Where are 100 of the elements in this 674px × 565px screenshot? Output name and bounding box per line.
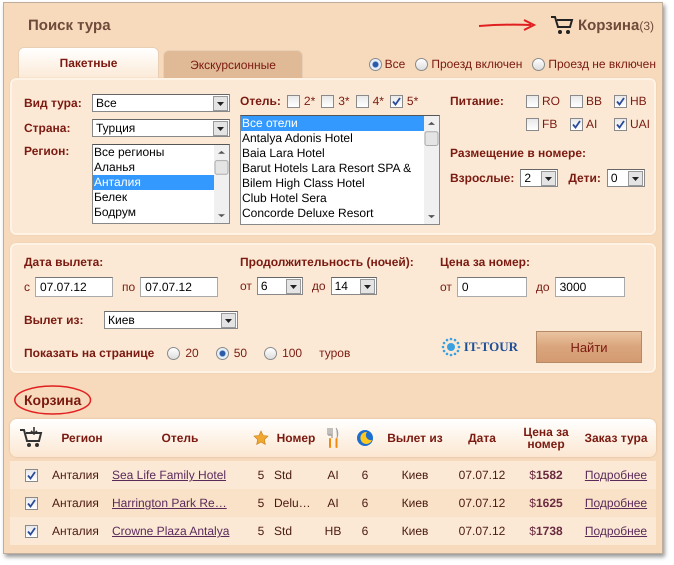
checkbox-label: HB: [630, 94, 647, 108]
radio-button[interactable]: [167, 346, 180, 360]
list-item[interactable]: Все регионы: [93, 145, 214, 160]
table-cell: Анталия: [52, 524, 99, 538]
fork-knife-icon: [326, 427, 340, 449]
select-field[interactable]: Киев: [104, 311, 238, 329]
checkbox[interactable]: [286, 94, 300, 108]
table-cell: Delu…: [274, 496, 311, 510]
list-item[interactable]: Concorde Deluxe Resort: [241, 206, 424, 221]
region-list[interactable]: Все регионы Аланья Анталия Белек Бодрум: [92, 144, 230, 224]
list-item[interactable]: Barut Hotels Lara Resort SPA &: [241, 161, 424, 176]
table-cell: Анталия: [52, 496, 99, 510]
details-link[interactable]: Подробнее: [584, 496, 648, 510]
list-item[interactable]: Baia Lara Hotel: [241, 146, 424, 161]
checkbox-label: FB: [542, 117, 558, 131]
star-icon: [253, 430, 269, 446]
checkbox[interactable]: [526, 118, 539, 130]
input-field[interactable]: 0: [456, 277, 527, 297]
checkbox[interactable]: [526, 94, 539, 108]
hotel-link[interactable]: Crowne Plaza Antalya: [112, 524, 230, 538]
checkbox[interactable]: [321, 94, 334, 108]
table-cell: AI: [327, 468, 339, 482]
list-item[interactable]: Аланья: [93, 160, 214, 175]
search-button[interactable]: Найти: [536, 331, 642, 363]
moon-icon: [356, 429, 374, 447]
checkbox-label: BB: [586, 94, 602, 108]
checkbox[interactable]: [614, 94, 627, 108]
table-cell: Std: [274, 524, 292, 538]
tab[interactable]: Пакетные: [18, 47, 159, 78]
input-field[interactable]: 3000: [554, 277, 625, 297]
field-label: Отель:: [240, 94, 281, 108]
hotel-list[interactable]: Все отели Antalya Adonis Hotel Baia Lara Hotel Barut Hotels Lara Resort SPA & Bilem High Class Hotel Club Hotel Sera Concorde Deluxe Resort: [240, 115, 440, 225]
table-cell: HB: [324, 524, 342, 538]
field-label: Вид тура:: [24, 96, 83, 110]
details-link[interactable]: Подробнее: [584, 524, 648, 538]
input-field[interactable]: 07.07.12: [140, 277, 218, 297]
select-field[interactable]: 14: [330, 277, 377, 295]
list-item[interactable]: Antalya Adonis Hotel: [241, 131, 424, 146]
checkbox[interactable]: [356, 94, 369, 108]
select-field[interactable]: Все: [92, 94, 230, 112]
hotel-link[interactable]: Sea Life Family Hotel: [112, 468, 226, 482]
checkbox[interactable]: [24, 496, 38, 510]
list-item[interactable]: Белек: [93, 190, 214, 205]
list-item[interactable]: Club Hotel Sera: [241, 191, 424, 206]
input-field[interactable]: 07.07.12: [35, 277, 113, 297]
table-cell: 5: [258, 468, 264, 482]
range-label: от: [240, 279, 252, 293]
select-field[interactable]: 2: [520, 169, 558, 187]
table-cell: 07.07.12: [458, 496, 506, 510]
field-label: Вылет из:: [24, 313, 84, 327]
price-cell: $1625: [529, 496, 563, 510]
annotation-arrow: [478, 18, 538, 32]
checkbox[interactable]: [24, 468, 38, 482]
field-label: Цена за номер:: [440, 255, 531, 269]
checkbox-label: AI: [586, 117, 598, 131]
list-item[interactable]: Bilem High Class Hotel: [241, 176, 424, 191]
tab[interactable]: Экскурсионные: [163, 50, 303, 78]
select-field[interactable]: 0: [606, 169, 645, 187]
cart-icon: [19, 427, 43, 449]
cart-link[interactable]: Корзина(3): [578, 16, 654, 34]
field-label: Показать на странице: [24, 346, 154, 360]
select-field[interactable]: 6: [256, 277, 303, 295]
details-link[interactable]: Подробнее: [584, 468, 648, 482]
table-cell: 07.07.12: [458, 524, 506, 538]
table-cell: Киев: [402, 496, 428, 510]
cart-icon: [550, 15, 574, 35]
range-label: с: [24, 280, 30, 294]
checkbox[interactable]: [24, 524, 38, 538]
field-label: Размещение в номере:: [450, 146, 587, 160]
radio-label: Проезд не включен: [548, 57, 656, 71]
radio-label: 50: [234, 346, 248, 360]
field-label: Взрослые:: [450, 171, 514, 185]
radio-button[interactable]: [368, 58, 382, 70]
table-cell: 6: [362, 496, 368, 510]
hotel-link[interactable]: Harrington Park Re…: [112, 496, 227, 510]
checkbox[interactable]: [390, 94, 403, 108]
field-label: Дата вылета:: [24, 255, 104, 269]
checkbox[interactable]: [570, 118, 583, 130]
radio-button[interactable]: [415, 58, 428, 70]
column-header: Регион: [61, 432, 103, 444]
radio-suffix: туров: [319, 346, 350, 360]
column-header: Дата: [468, 432, 496, 444]
field-label: Дети:: [568, 171, 601, 185]
radio-button[interactable]: [264, 346, 278, 360]
table-cell: 5: [258, 496, 264, 510]
page-title: Поиск тура: [28, 16, 111, 34]
checkbox-label: RO: [542, 94, 560, 108]
radio-button[interactable]: [216, 346, 229, 360]
field-label: Регион:: [24, 144, 70, 158]
checkbox[interactable]: [570, 94, 583, 108]
column-header: Заказ тура: [584, 432, 648, 444]
basket-heading: Корзина: [24, 392, 82, 408]
radio-label: 100: [282, 346, 302, 360]
field-label: Продолжительность (ночей):: [240, 255, 415, 269]
list-item[interactable]: Бодрум: [93, 205, 214, 220]
select-field[interactable]: Турция: [92, 119, 230, 137]
checkbox-label: 2*: [304, 94, 316, 108]
radio-button[interactable]: [532, 58, 546, 70]
table-cell: 07.07.12: [458, 468, 506, 482]
checkbox[interactable]: [614, 118, 627, 130]
